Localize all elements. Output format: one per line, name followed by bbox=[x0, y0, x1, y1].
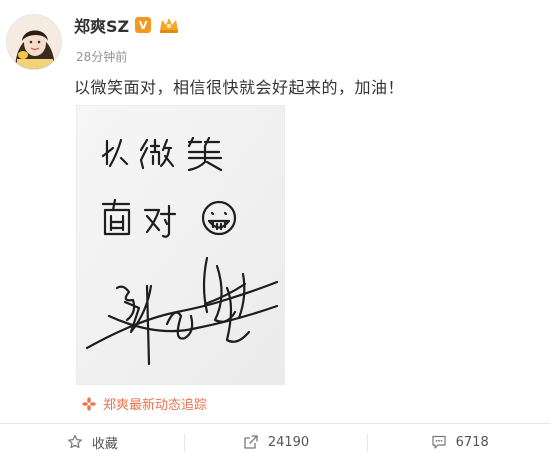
weibo-post: 郑爽SZ V 28分钟前 以微笑面对，相信很快就会好起来的，加油！ 郑爽最新动态… bbox=[0, 0, 551, 460]
tracking-link-label[interactable]: 郑爽最新动态追踪 bbox=[103, 394, 207, 413]
author-name[interactable]: 郑爽SZ bbox=[74, 13, 129, 37]
comment-count: 6718 bbox=[455, 434, 489, 450]
avatar[interactable] bbox=[6, 14, 62, 70]
action-bar: 收藏 24190 6718 bbox=[0, 424, 551, 460]
comment-icon bbox=[430, 433, 448, 451]
verified-badge-icon: V bbox=[135, 17, 152, 33]
share-button[interactable]: 24190 bbox=[183, 424, 368, 460]
avatar-image bbox=[7, 15, 61, 69]
topic-tracking-link[interactable]: 郑爽最新动态追踪 bbox=[80, 394, 207, 413]
share-icon bbox=[242, 433, 260, 451]
vip-crown-icon bbox=[157, 16, 181, 34]
favorite-button[interactable]: 收藏 bbox=[0, 424, 184, 460]
post-image[interactable] bbox=[76, 105, 285, 385]
comment-button[interactable]: 6718 bbox=[367, 424, 551, 460]
post-text: 以微笑面对，相信很快就会好起来的，加油！ bbox=[74, 78, 405, 97]
author-row: 郑爽SZ V bbox=[74, 14, 181, 36]
favorite-label: 收藏 bbox=[91, 436, 118, 452]
pinwheel-icon bbox=[80, 395, 98, 413]
handwritten-note-photo bbox=[77, 106, 284, 384]
share-count: 24190 bbox=[267, 434, 310, 450]
star-icon bbox=[66, 433, 84, 451]
post-timestamp[interactable]: 28分钟前 bbox=[76, 48, 127, 65]
